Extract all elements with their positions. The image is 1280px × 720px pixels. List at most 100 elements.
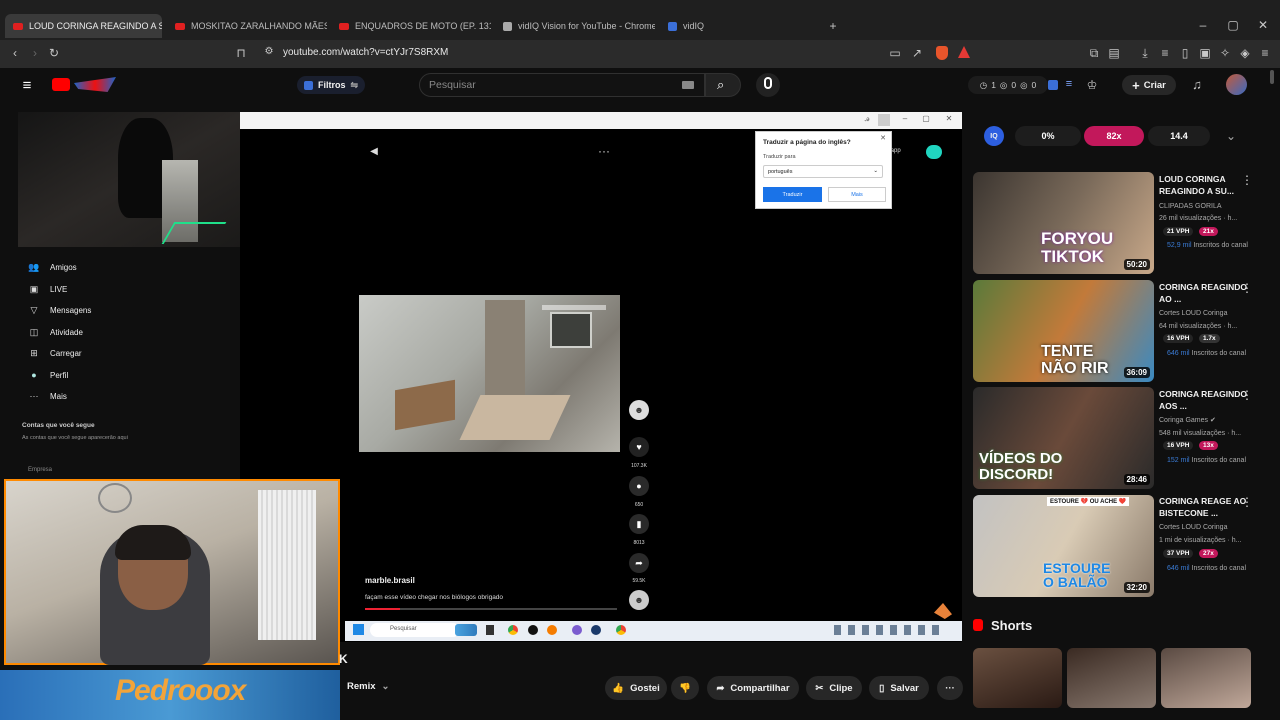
steam-taskbar-icon[interactable] [591,625,601,635]
url-field[interactable]: youtube.com/watch?v=ctYJr7S8RXM [283,47,448,58]
sidebar-item-mais[interactable]: ··· Mais [28,391,67,401]
vidiq-score-pill[interactable]: 14.4 [1148,126,1210,146]
toggle-switch[interactable] [926,145,942,159]
new-tab-icon[interactable]: + [826,19,840,33]
more-vert-icon[interactable]: ⋮ [1241,281,1253,295]
short-thumbnail-2[interactable] [1067,648,1156,708]
share-button[interactable]: ➦ Compartilhar [707,676,799,700]
search-button[interactable]: ⌕ [705,73,741,97]
window-minimize-highlight[interactable] [878,114,890,126]
sidebar-item-live[interactable]: ▣ LIVE [28,284,68,295]
related-thumbnail-4[interactable]: ESTOURE 💔 OU ACHE ❤️ ESTOURE O BALÃO 32:… [973,495,1154,597]
voice-search-button[interactable] [756,73,780,97]
related-title[interactable]: CORINGA REAGINDO AOS ... [1159,388,1254,412]
tiktok-username[interactable]: marble.brasil [365,576,415,585]
creator-avatar[interactable]: ☻ [629,400,649,420]
screen-icon[interactable]: ▭ [888,46,902,60]
short-thumbnail-1[interactable] [973,648,1062,708]
like-button[interactable]: 👍 Gostei [605,676,667,700]
page-scrollbar[interactable] [1268,68,1276,710]
chrome-taskbar-icon-2[interactable] [616,625,626,635]
taskbar-search[interactable]: Pesquisar [370,623,460,637]
more-options-button[interactable]: Mais [828,187,886,202]
short-thumbnail-3[interactable] [1161,648,1251,708]
tab-enquadros[interactable]: ENQUADROS DE MOTO (EP. 131) - Y [331,14,491,38]
clip-button[interactable]: ✂ Clipe [806,676,862,700]
vidiq-percent-pill[interactable]: 0% [1015,126,1081,146]
related-thumbnail-3[interactable]: VÍDEOS DO DISCORD! 28:46 [973,387,1154,489]
wallet-alt-icon[interactable]: ▣ [1198,46,1212,60]
keyboard-icon[interactable] [682,81,694,89]
language-select[interactable]: português ⌄ [763,165,883,178]
download-icon[interactable]: ⤓ [1138,46,1152,61]
related-thumbnail-2[interactable]: TENTE NÃO RIR 36:09 [973,280,1154,382]
tab-vidiq[interactable]: vidIQ [660,14,820,38]
forward-icon[interactable]: › [28,46,42,60]
notifications-bell-icon[interactable]: ♫ [1190,77,1204,92]
vidiq-multiplier-pill[interactable]: 82x [1084,126,1144,146]
options-dots-icon[interactable]: ··· [597,144,611,158]
wallet-icon[interactable]: ▤ [1107,46,1121,60]
share-arrow-icon[interactable]: ➦ [629,553,649,573]
close-window-icon[interactable]: ✕ [1256,18,1270,32]
search-input[interactable]: Pesquisar [419,73,705,97]
related-channel-row[interactable]: Coringa Games ✔ [1159,415,1269,426]
back-icon[interactable]: ‹ [8,46,22,60]
related-title[interactable]: CORINGA REAGINDO AO ... [1159,281,1254,305]
app-taskbar-icon[interactable] [547,625,557,635]
task-view-icon[interactable] [486,625,494,635]
captured-maximize-icon[interactable]: ▢ [921,114,931,123]
tiktok-taskbar-icon[interactable] [528,625,538,635]
trophy-icon[interactable]: ♔ [1086,78,1098,92]
related-thumbnail-1[interactable]: FORYOU TIKTOK 50:20 [973,172,1154,274]
comment-icon[interactable]: ● [629,476,649,496]
dislike-button[interactable]: 👎 [671,676,699,700]
scrollbar-thumb[interactable] [1270,70,1274,84]
close-popup-icon[interactable]: ✕ [880,134,886,142]
chrome-taskbar-icon[interactable] [508,625,518,635]
sidebar-item-mensagens[interactable]: ▽ Mensagens [28,305,92,316]
create-button[interactable]: + Criar [1122,75,1176,95]
account-avatar[interactable] [1226,74,1247,95]
discord-taskbar-icon[interactable] [572,625,582,635]
save-button[interactable]: ▯ Salvar [869,676,929,700]
menu-icon[interactable]: ≡ [1258,46,1272,60]
related-channel[interactable]: CLIPADAS GORILA [1159,201,1269,212]
maximize-icon[interactable]: ▢ [1226,18,1240,32]
vidiq-badge-icon[interactable]: IQ [984,126,1004,146]
progress-track[interactable] [365,608,617,610]
bookmark-icon[interactable]: ⊓ [234,46,248,60]
sidebar-item-amigos[interactable]: 👥 Amigos [28,262,76,273]
more-actions-button[interactable]: ··· [937,676,963,700]
chevron-down-icon[interactable]: ⌄ [1225,129,1237,143]
youtube-logo-icon[interactable] [52,78,70,91]
leo-icon[interactable]: ✧ [1218,46,1232,60]
remix-button[interactable]: Remix ⌄ [347,681,389,692]
translate-icon[interactable]: ꭿ [862,114,872,124]
bookmark-save-icon[interactable]: ▮ [629,514,649,534]
sidebar-item-atividade[interactable]: ◫ Atividade [28,327,83,338]
sound-disc-icon[interactable]: ☻ [629,590,649,610]
more-vert-icon[interactable]: ⋮ [1241,173,1253,187]
sidebar-item-perfil[interactable]: ● Perfil [28,370,68,380]
related-title[interactable]: LOUD CORINGA REAGINDO A SU... [1159,173,1254,197]
stats-icon[interactable]: ≡ [1063,78,1075,90]
share-page-icon[interactable]: ↗ [910,46,924,60]
vidiq-stats-pill[interactable]: ◷ 1 ◎ 0 ◎ 0 [968,76,1048,94]
brave-shield-icon[interactable] [936,46,948,60]
vpn-icon[interactable]: ◈ [1238,46,1252,60]
related-channel[interactable]: Cortes LOUD Coringa [1159,522,1269,533]
vidiq-icon[interactable] [1048,80,1058,90]
vidiq-filters-button[interactable]: Filtros ⇋ [297,76,365,94]
volume-icon[interactable]: ◀ [368,146,380,157]
extensions-icon[interactable]: ⧉ [1087,46,1101,61]
captured-close-icon[interactable]: ✕ [944,114,954,123]
tab-vidiq-vision[interactable]: vidIQ Vision for YouTube - Chrome W [495,14,655,38]
windows-start-icon[interactable] [353,624,364,635]
more-vert-icon[interactable]: ⋮ [1241,388,1253,402]
hamburger-menu-icon[interactable]: ≡ [19,77,35,94]
site-info-icon[interactable]: ⚙ [262,46,276,57]
related-channel[interactable]: Cortes LOUD Coringa [1159,308,1269,319]
reload-icon[interactable]: ↻ [47,46,61,60]
translate-button[interactable]: Traduzir [763,187,822,202]
